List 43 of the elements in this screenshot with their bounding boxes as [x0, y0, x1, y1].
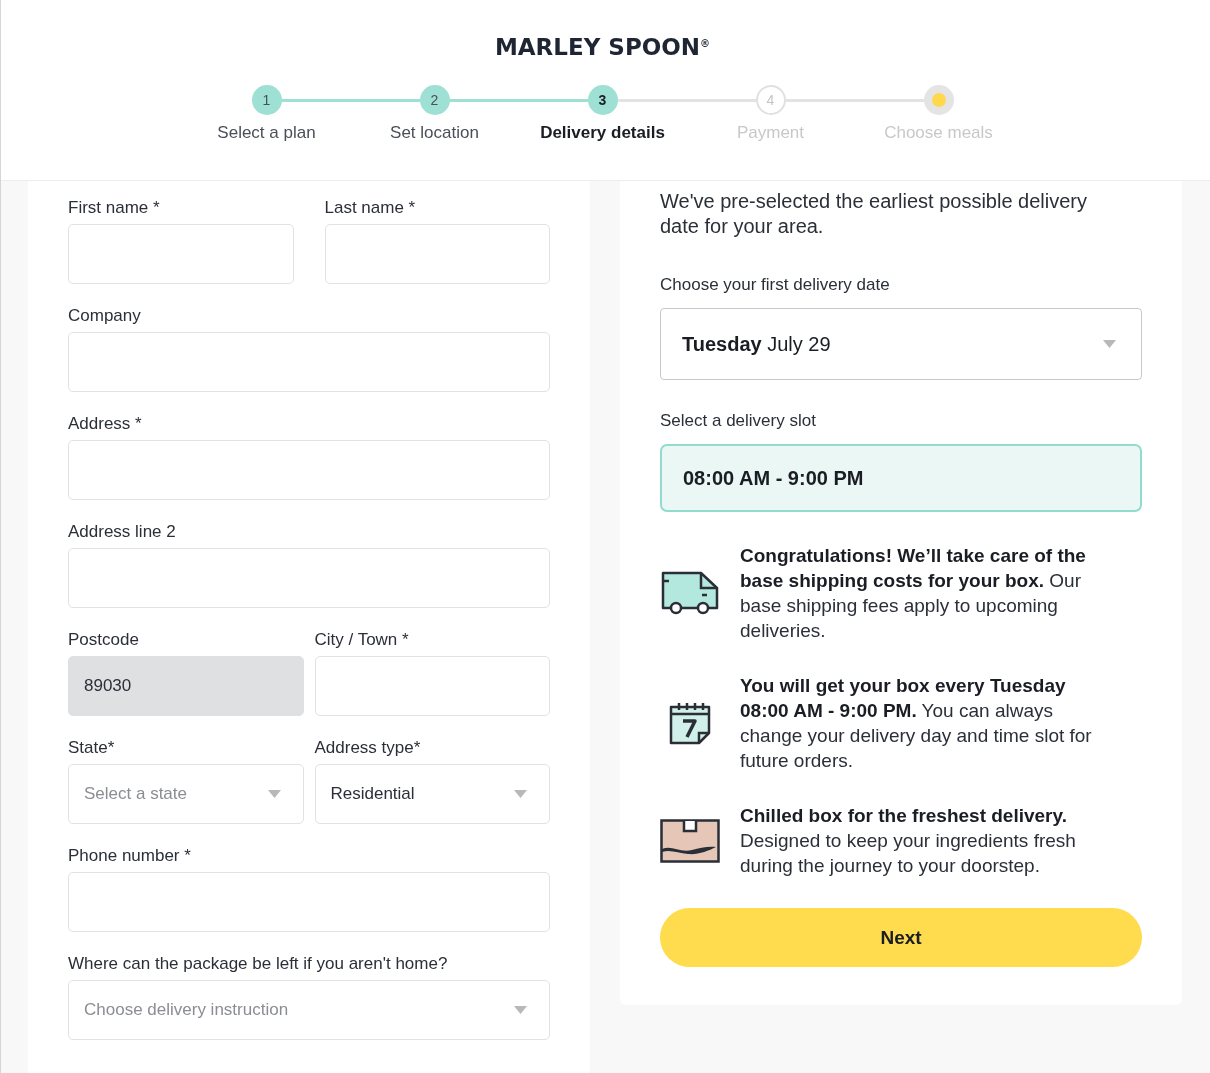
field-label: Last name * [324, 197, 417, 219]
input-field[interactable] [324, 224, 550, 284]
date-select[interactable]: Tuesday July 29 [660, 308, 1142, 380]
step-number: 3 [587, 85, 618, 115]
package-icon [660, 818, 720, 863]
step-label: Delivery details [539, 123, 666, 143]
field-label: Address type* [314, 737, 422, 759]
brand-logo: MARLEY SPOON$^{®}$ [494, 33, 711, 62]
step-label: Select a plan [216, 123, 317, 143]
step-number: 1 [251, 85, 282, 115]
step-number: 4 [755, 85, 786, 115]
step-label: Set location [389, 123, 480, 143]
field-label: Where can the package be left if you aren't home? [68, 953, 449, 975]
field-label: Address * [68, 413, 143, 435]
calendar-icon [669, 701, 711, 745]
input-field[interactable] [314, 656, 550, 716]
field-label: Phone number * [68, 845, 192, 867]
input-field[interactable] [68, 872, 550, 932]
caret-icon [1103, 340, 1116, 348]
field-label: Postcode [68, 629, 140, 651]
intro-text: We've pre-selected the earliest possible delivery date for your area. [660, 189, 1088, 239]
caret-icon [514, 790, 527, 798]
input-field[interactable] [68, 440, 550, 500]
step-number: 2 [419, 85, 450, 115]
input-field[interactable] [68, 224, 294, 284]
field-label: State* [68, 737, 116, 759]
truck-icon [661, 571, 719, 615]
field-label: City / Town * [314, 629, 410, 651]
input-field[interactable] [68, 548, 550, 608]
info-text: You will get your box every Tuesday 08:00 AM - 9:00 PM. You can always change your delivery day and time slot for future orders. [740, 674, 1093, 773]
select-field[interactable]: Residential [314, 764, 550, 824]
field-label: Address line 2 [68, 521, 177, 543]
caret-icon [514, 1006, 527, 1014]
next-button[interactable]: Next [660, 908, 1142, 967]
field-label: First name * [68, 197, 161, 219]
info-text: Chilled box for the freshest delivery. Designed to keep your ingredients fresh during the journey to your doorstep. [740, 804, 1077, 878]
field-label: Select a delivery slot [660, 410, 817, 432]
field-label: Choose your first delivery date [660, 274, 891, 296]
delivery-slot-option[interactable]: 08:00 AM - 9:00 PM [660, 444, 1142, 512]
field-label: Company [68, 305, 142, 327]
info-text: Congratulations! We’ll take care of the base shipping costs for your box. Our base shipping fees apply to upcoming deliveries. [740, 544, 1087, 643]
input-field[interactable] [68, 332, 550, 392]
caret-icon [267, 790, 281, 798]
